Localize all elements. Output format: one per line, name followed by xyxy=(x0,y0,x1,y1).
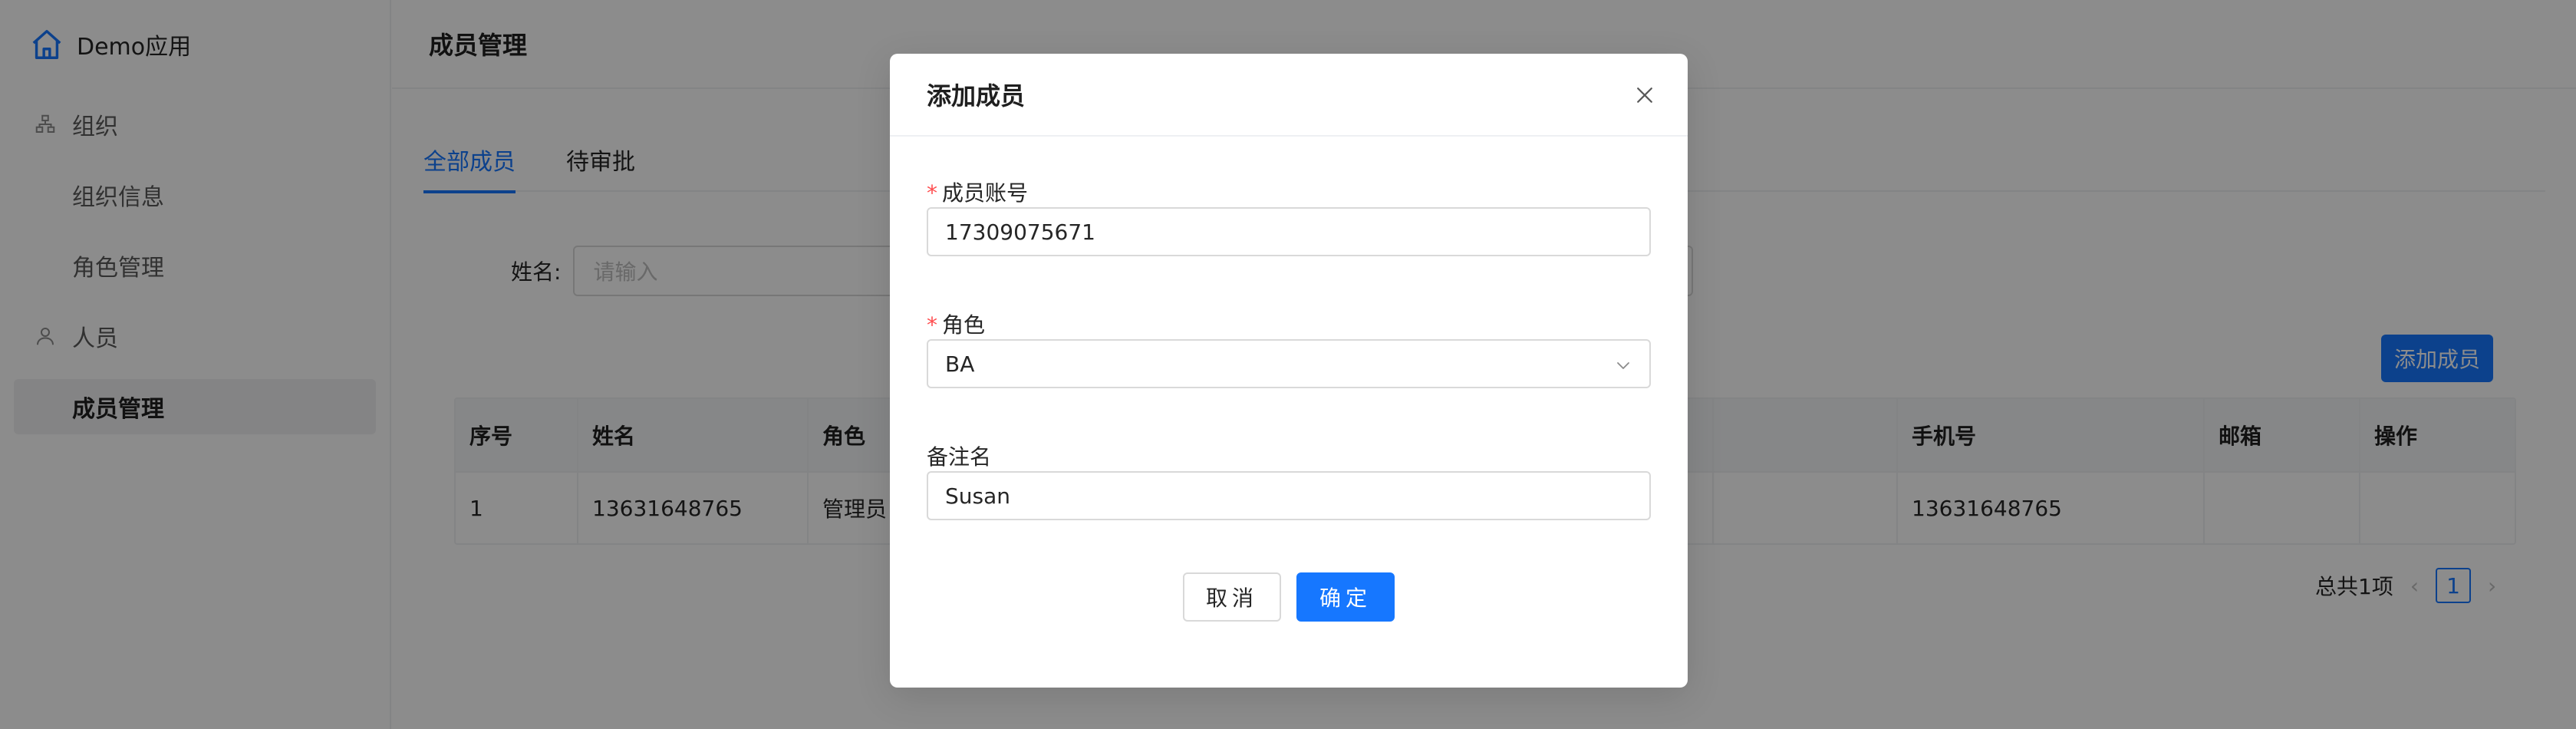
account-input-value: 17309075671 xyxy=(945,219,1095,245)
confirm-button[interactable]: 确定 xyxy=(1296,572,1395,622)
add-member-dialog: 添加成员 * 成员账号 17309075671 * 角色 BA 备注名 Susan … xyxy=(890,54,1688,688)
role-field-label: * 角色 xyxy=(927,308,985,339)
remark-input-value: Susan xyxy=(945,483,1011,509)
dialog-title: 添加成员 xyxy=(927,81,1026,111)
role-select[interactable]: BA xyxy=(927,339,1651,388)
required-marker: * xyxy=(927,180,937,206)
required-marker: * xyxy=(927,312,937,338)
account-label-text: 成员账号 xyxy=(942,180,1029,206)
remark-field-label: 备注名 xyxy=(927,440,991,471)
account-input[interactable]: 17309075671 xyxy=(927,207,1651,256)
role-label-text: 角色 xyxy=(942,312,986,338)
cancel-button[interactable]: 取消 xyxy=(1183,572,1281,622)
account-field-label: * 成员账号 xyxy=(927,176,1028,207)
chevron-down-icon xyxy=(1614,355,1632,373)
dialog-header: 添加成员 xyxy=(890,54,1688,137)
role-select-value: BA xyxy=(945,351,975,377)
remark-label-text: 备注名 xyxy=(927,444,992,470)
close-icon[interactable] xyxy=(1629,80,1660,111)
remark-input[interactable]: Susan xyxy=(927,471,1651,520)
